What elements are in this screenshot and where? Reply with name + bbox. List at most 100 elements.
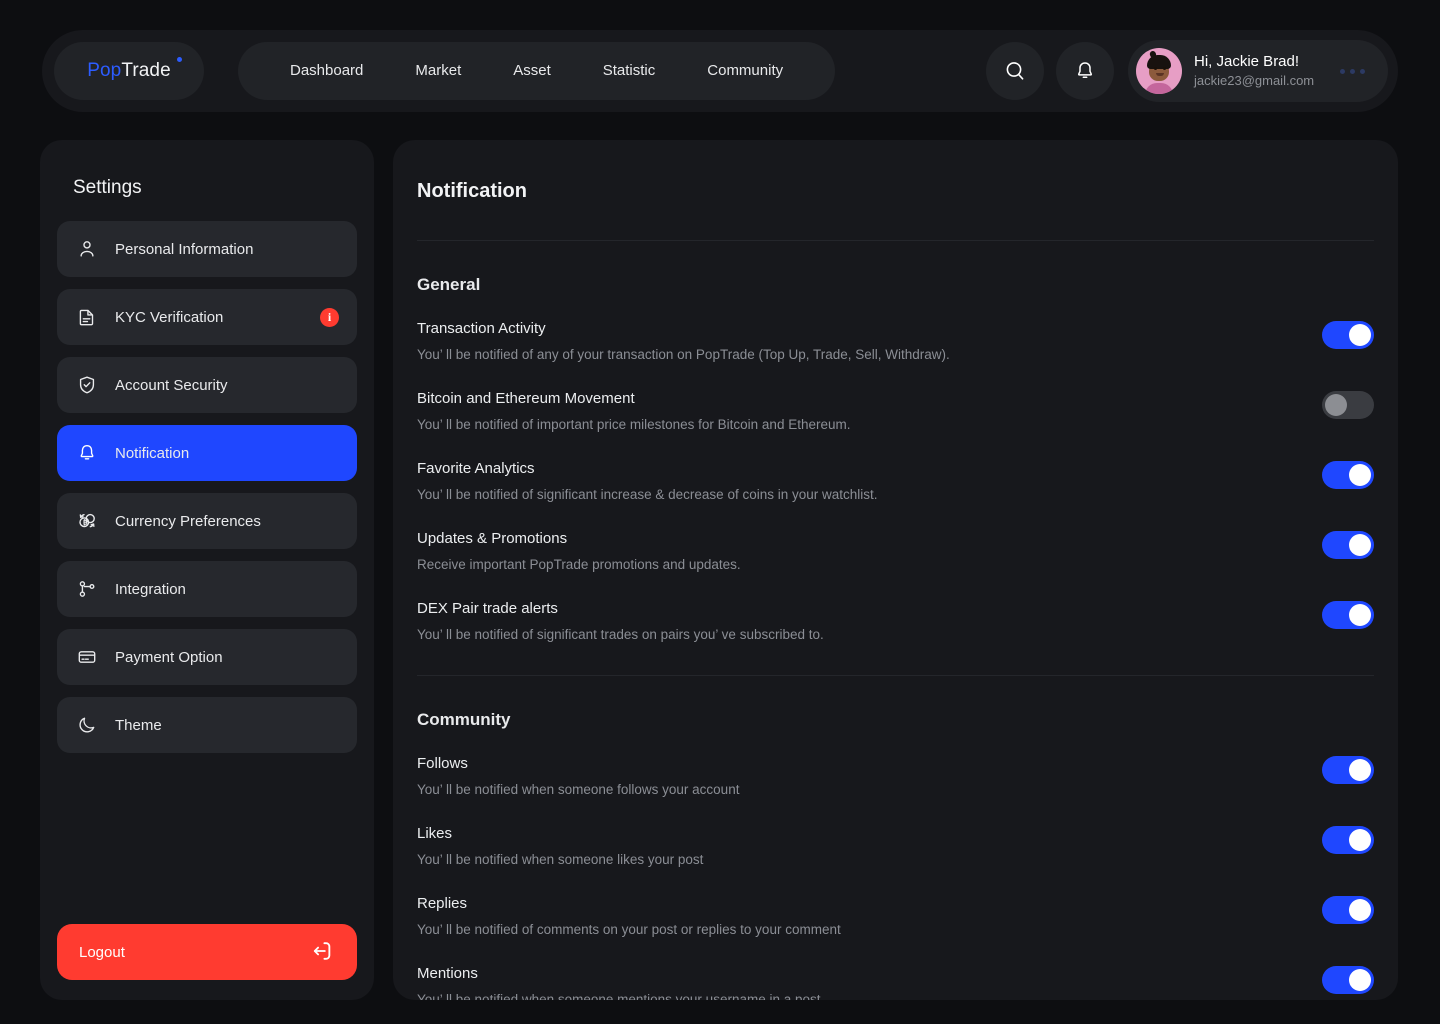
settings-sidebar: Settings Personal Information KYC Verifi… (40, 140, 374, 1000)
setting-row-updates-promotions: Updates & Promotions Receive important P… (417, 529, 1374, 575)
sidebar-item-label: KYC Verification (115, 308, 224, 326)
bell-icon (75, 441, 99, 465)
row-title: Likes (417, 825, 453, 842)
brand-trade: Trade (121, 60, 171, 81)
row-text: Likes You’ ll be notified when someone l… (417, 824, 1322, 870)
toggle-replies[interactable] (1322, 896, 1374, 924)
sidebar-item-personal-information[interactable]: Personal Information (57, 221, 357, 277)
row-text: Transaction Activity You’ ll be notified… (417, 319, 1322, 365)
row-title: Mentions (417, 965, 478, 982)
nav-item-statistic[interactable]: Statistic (577, 42, 682, 100)
toggle-knob (1349, 324, 1371, 346)
toggle-favorite-analytics[interactable] (1322, 461, 1374, 489)
user-profile-chip[interactable]: Hi, Jackie Brad! jackie23@gmail.com (1128, 40, 1388, 102)
brand-pop: Pop (87, 60, 122, 81)
moon-icon (75, 713, 99, 737)
user-meta: Hi, Jackie Brad! jackie23@gmail.com (1194, 52, 1314, 90)
row-description: You’ ll be notified of important price m… (417, 417, 851, 432)
toggle-knob (1325, 394, 1347, 416)
sidebar-item-notification[interactable]: Notification (57, 425, 357, 481)
section-divider (417, 675, 1374, 676)
row-description: You’ ll be notified of any of your trans… (417, 347, 950, 362)
row-text: Favorite Analytics You’ ll be notified o… (417, 459, 1322, 505)
sidebar-item-label: Account Security (115, 376, 228, 394)
sidebar-item-kyc-verification[interactable]: KYC Verification i (57, 289, 357, 345)
row-text: Bitcoin and Ethereum Movement You’ ll be… (417, 389, 1322, 435)
sidebar-item-label: Currency Preferences (115, 512, 261, 530)
row-title: Updates & Promotions (417, 530, 568, 547)
notification-settings-panel: Notification General Transaction Activit… (393, 140, 1398, 1000)
row-text: Mentions You’ ll be notified when someon… (417, 964, 1322, 1000)
user-icon (75, 237, 99, 261)
toggle-follows[interactable] (1322, 756, 1374, 784)
app-header: PopTrade Dashboard Market Asset Statisti… (42, 30, 1398, 112)
sidebar-item-currency-preferences[interactable]: Currency Preferences (57, 493, 357, 549)
brand-text: PopTrade (87, 60, 171, 82)
toggle-bitcoin-ethereum-movement[interactable] (1322, 391, 1374, 419)
page-title: Notification (417, 180, 527, 202)
row-title: Replies (417, 895, 468, 912)
sidebar-item-integration[interactable]: Integration (57, 561, 357, 617)
row-text: DEX Pair trade alerts You’ ll be notifie… (417, 599, 1322, 645)
row-description: You’ ll be notified of comments on your … (417, 922, 841, 937)
more-options-icon[interactable] (1340, 68, 1366, 74)
row-description: Receive important PopTrade promotions an… (417, 557, 741, 572)
row-description: You’ ll be notified when someone mention… (417, 992, 821, 1000)
title-divider (417, 240, 1374, 241)
row-description: You’ ll be notified when someone follows… (417, 782, 740, 797)
toggle-mentions[interactable] (1322, 966, 1374, 994)
row-title: Bitcoin and Ethereum Movement (417, 390, 635, 407)
setting-row-replies: Replies You’ ll be notified of comments … (417, 894, 1374, 940)
brand-dot-icon (177, 57, 182, 62)
brand-logo[interactable]: PopTrade (54, 42, 204, 100)
user-email: jackie23@gmail.com (1194, 73, 1315, 88)
toggle-updates-promotions[interactable] (1322, 531, 1374, 559)
row-description: You’ ll be notified of significant incre… (417, 487, 878, 502)
row-text: Updates & Promotions Receive important P… (417, 529, 1322, 575)
row-title: Favorite Analytics (417, 460, 535, 477)
toggle-knob (1349, 969, 1371, 991)
toggle-knob (1349, 604, 1371, 626)
nav-item-community[interactable]: Community (681, 42, 809, 100)
notifications-button[interactable] (1056, 42, 1114, 100)
community-rows: Follows You’ ll be notified when someone… (417, 754, 1374, 1000)
logout-button[interactable]: Logout (57, 924, 357, 980)
row-description: You’ ll be notified of significant trade… (417, 627, 824, 642)
sidebar-item-label: Integration (115, 580, 186, 598)
general-rows: Transaction Activity You’ ll be notified… (417, 319, 1374, 645)
toggle-knob (1349, 829, 1371, 851)
toggle-dex-pair-trade-alerts[interactable] (1322, 601, 1374, 629)
setting-row-dex-pair-trade-alerts: DEX Pair trade alerts You’ ll be notifie… (417, 599, 1374, 645)
row-title: Transaction Activity (417, 320, 546, 337)
sidebar-item-label: Personal Information (115, 240, 254, 258)
row-text: Replies You’ ll be notified of comments … (417, 894, 1322, 940)
avatar (1136, 48, 1182, 94)
toggle-likes[interactable] (1322, 826, 1374, 854)
credit-card-icon (75, 645, 99, 669)
row-title: DEX Pair trade alerts (417, 600, 558, 617)
row-text: Follows You’ ll be notified when someone… (417, 754, 1322, 800)
currency-exchange-icon (75, 509, 99, 533)
toggle-transaction-activity[interactable] (1322, 321, 1374, 349)
setting-row-bitcoin-ethereum-movement: Bitcoin and Ethereum Movement You’ ll be… (417, 389, 1374, 435)
setting-row-likes: Likes You’ ll be notified when someone l… (417, 824, 1374, 870)
main-nav: Dashboard Market Asset Statistic Communi… (238, 42, 836, 100)
logout-icon (309, 938, 335, 967)
document-icon (75, 305, 99, 329)
setting-row-transaction-activity: Transaction Activity You’ ll be notified… (417, 319, 1374, 365)
nav-item-market[interactable]: Market (389, 42, 487, 100)
section-title-general: General (417, 275, 481, 294)
git-branch-icon (75, 577, 99, 601)
nav-item-dashboard[interactable]: Dashboard (264, 42, 389, 100)
search-button[interactable] (986, 42, 1044, 100)
status-badge: i (320, 307, 339, 327)
setting-row-follows: Follows You’ ll be notified when someone… (417, 754, 1374, 800)
section-title-community: Community (417, 710, 511, 729)
sidebar-item-account-security[interactable]: Account Security (57, 357, 357, 413)
logout-label: Logout (79, 943, 125, 961)
nav-item-asset[interactable]: Asset (487, 42, 577, 100)
user-greeting: Hi, Jackie Brad! (1194, 53, 1300, 70)
sidebar-item-payment-option[interactable]: Payment Option (57, 629, 357, 685)
sidebar-item-theme[interactable]: Theme (57, 697, 357, 753)
sidebar-item-label: Payment Option (115, 648, 223, 666)
